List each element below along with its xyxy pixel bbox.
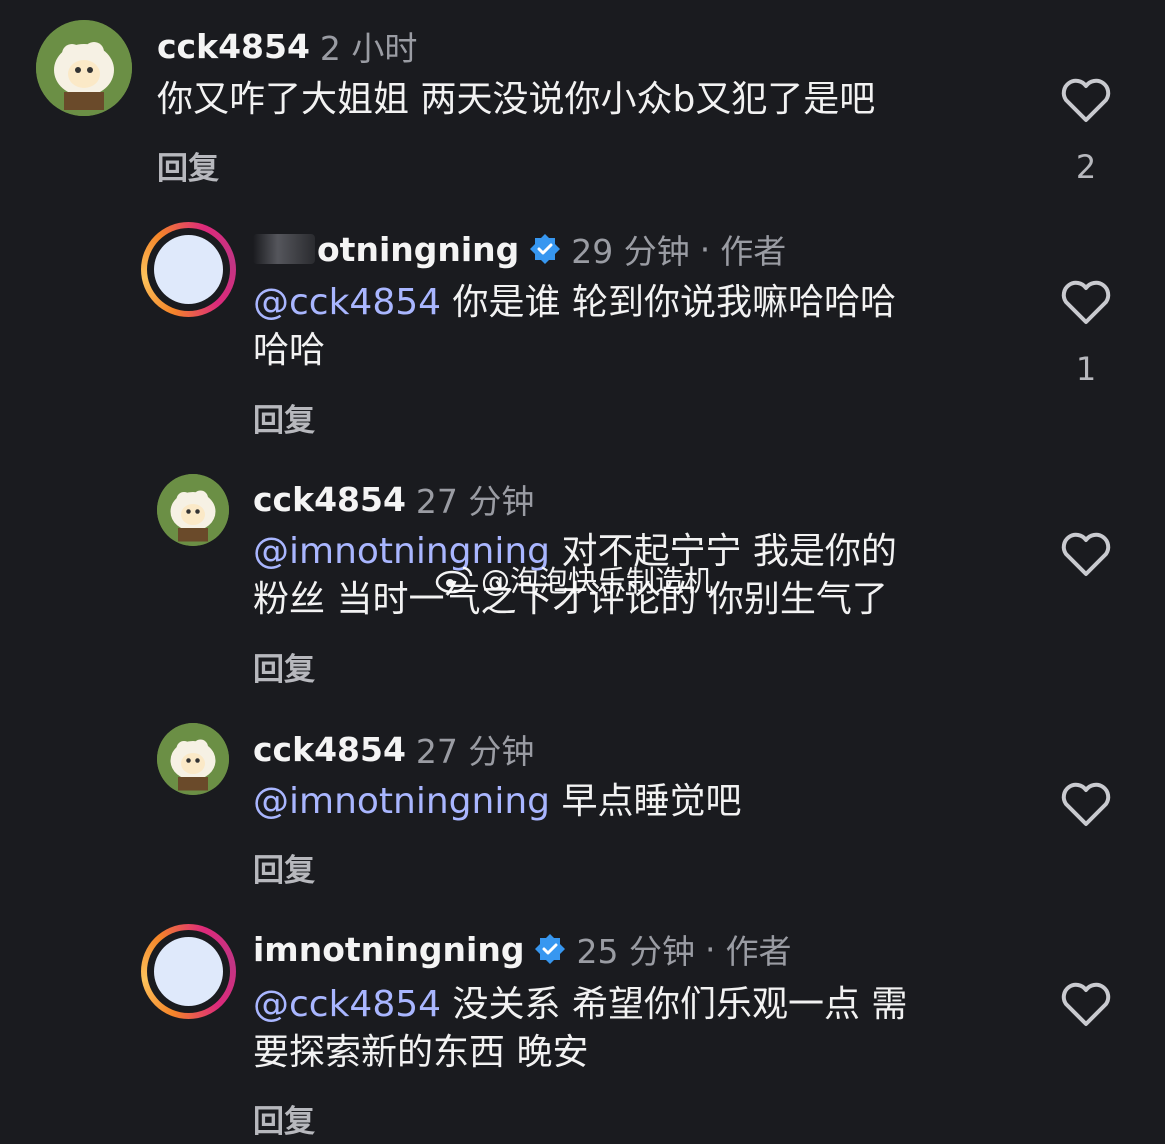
avatar [154,937,223,1006]
avatar-story-ring[interactable] [141,924,236,1019]
comment-text: 早点睡觉吧 [550,781,742,822]
comment-item: cck4854 2 小时 你又咋了大姐姐 两天没说你小众b又犯了是吧 回复 2 [0,0,1165,200]
timestamp: 27 分钟 [415,482,535,521]
comment-text: 你是谁 轮到你说我嘛哈哈哈 [441,282,896,323]
avatar[interactable] [157,474,229,546]
reply-button[interactable]: 回复 [253,845,315,890]
heart-outline-icon[interactable] [1060,76,1112,124]
timestamp: 2 小时 [319,29,418,68]
comment-text-line2: 要探索新的东西 晚安 [253,1032,589,1073]
username[interactable]: otningning [317,230,519,269]
mention-link[interactable]: @imnotningning [253,781,550,822]
avatar[interactable] [36,20,132,116]
heart-outline-icon[interactable] [1060,780,1112,828]
heart-outline-icon[interactable] [1060,980,1112,1028]
comment-text: 没关系 希望你们乐观一点 需 [441,984,908,1025]
reply-button[interactable]: 回复 [157,143,219,188]
timestamp: 25 分钟 [576,932,695,971]
timestamp: 29 分钟 [571,232,690,271]
weibo-logo-icon [435,566,473,594]
avatar[interactable] [157,723,229,795]
author-label: 作者 [725,932,792,971]
separator-dot: · [699,229,711,269]
heart-outline-icon[interactable] [1060,278,1112,326]
verified-badge-icon [530,234,561,264]
reply-button[interactable]: 回复 [253,644,315,689]
reply-item: cck4854 27 分钟 @imnotningning 早点睡觉吧 回复 [0,700,1165,900]
username[interactable]: cck4854 [157,27,310,66]
sheep-avatar-image [157,723,229,795]
watermark: @泡泡快乐制造机 [435,558,713,600]
mention-link[interactable]: @cck4854 [253,984,441,1025]
comment-text-line2: 哈哈 [253,330,326,371]
sheep-avatar-image [36,20,132,116]
like-count: 2 [1075,148,1097,186]
obscured-username-part [253,234,315,264]
timestamp: 27 分钟 [415,732,535,771]
avatar [154,235,223,304]
comment-text: 你又咋了大姐姐 两天没说你小众b又犯了是吧 [157,79,876,120]
reply-item: otningning 29 分钟 · 作者 @cck4854 你是谁 轮到你说我… [0,200,1165,450]
separator-dot: · [704,929,716,969]
username[interactable]: cck4854 [253,480,406,519]
like-count: 1 [1075,350,1097,388]
verified-badge-icon [535,934,566,964]
avatar-story-ring[interactable] [141,222,236,317]
sheep-avatar-image [157,474,229,546]
username[interactable]: cck4854 [253,730,406,769]
username[interactable]: imnotningning [253,930,524,969]
author-label: 作者 [720,232,787,271]
reply-button[interactable]: 回复 [253,1096,315,1141]
mention-link[interactable]: @cck4854 [253,282,441,323]
heart-outline-icon[interactable] [1060,530,1112,578]
watermark-text: @泡泡快乐制造机 [481,564,714,598]
reply-button[interactable]: 回复 [253,395,315,440]
reply-item: imnotningning 25 分钟 · 作者 @cck4854 没关系 希望… [0,900,1165,1144]
